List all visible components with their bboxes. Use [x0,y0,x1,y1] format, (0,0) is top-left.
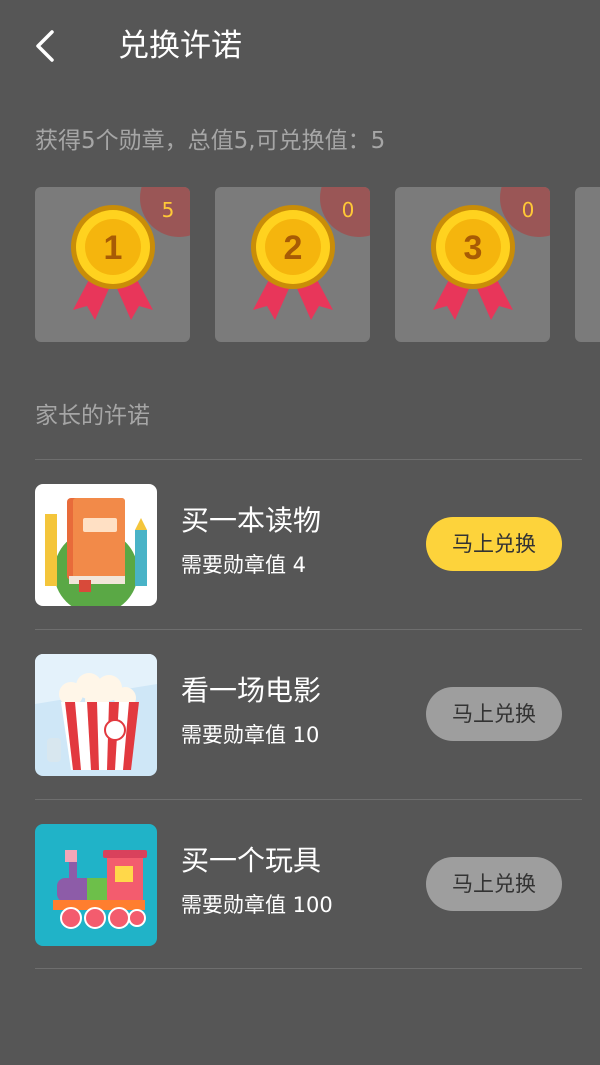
promise-title: 买一本读物 [181,504,322,537]
chevron-left-icon [36,30,54,62]
promise-title: 看一场电影 [181,674,322,707]
medal-rank: 3 [464,229,483,267]
divider [35,968,582,969]
section-title: 家长的许诺 [35,403,150,429]
promise-requirement: 需要勋章值 4 [181,553,307,577]
redeem-button[interactable]: 马上兑换 [426,517,562,571]
medal-card-partial[interactable] [575,187,600,342]
medal-rank: 2 [284,229,303,267]
redeem-button[interactable]: 马上兑换 [426,857,562,911]
medal-card-2[interactable]: 0 2 [215,187,370,342]
medal-list[interactable]: 5 1 0 2 0 3 [0,187,600,343]
gold-medal-icon: 2 [251,205,335,320]
gold-medal-icon: 1 [71,205,155,320]
toy-train-icon [35,824,157,946]
promise-row: 买一本读物 需要勋章值 4 马上兑换 [0,460,600,630]
promise-title: 买一个玩具 [181,844,322,877]
promise-row: 买一个玩具 需要勋章值 100 马上兑换 [0,800,600,970]
gold-medal-icon: 3 [431,205,515,320]
popcorn-icon [35,654,157,776]
back-button[interactable] [30,26,64,66]
medal-card-1[interactable]: 5 1 [35,187,190,342]
redeem-button[interactable]: 马上兑换 [426,687,562,741]
header-bar: 兑换许诺 [0,0,600,96]
promise-requirement: 需要勋章值 100 [181,893,333,917]
promise-row: 看一场电影 需要勋章值 10 马上兑换 [0,630,600,800]
medal-card-3[interactable]: 0 3 [395,187,550,342]
medal-rank: 1 [104,229,123,267]
page-title: 兑换许诺 [118,28,242,64]
promise-requirement: 需要勋章值 10 [181,723,320,747]
book-icon [35,484,157,606]
medal-summary: 获得5个勋章，总值5,可兑换值：5 [35,128,386,154]
